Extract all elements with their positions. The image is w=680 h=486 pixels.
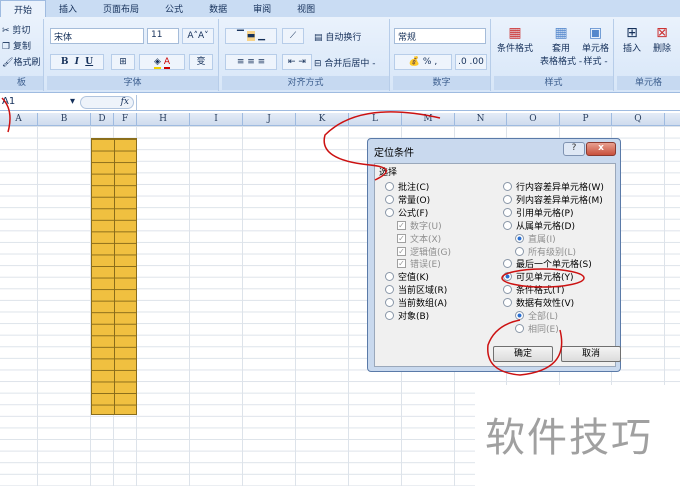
annotation-circle-ok bbox=[487, 319, 563, 376]
red-annotation-marks bbox=[1, 97, 585, 376]
annotation-circle-visible-cells bbox=[501, 268, 585, 288]
annotation-circle-a1 bbox=[1, 97, 11, 133]
annotation-circle-title bbox=[323, 111, 441, 181]
